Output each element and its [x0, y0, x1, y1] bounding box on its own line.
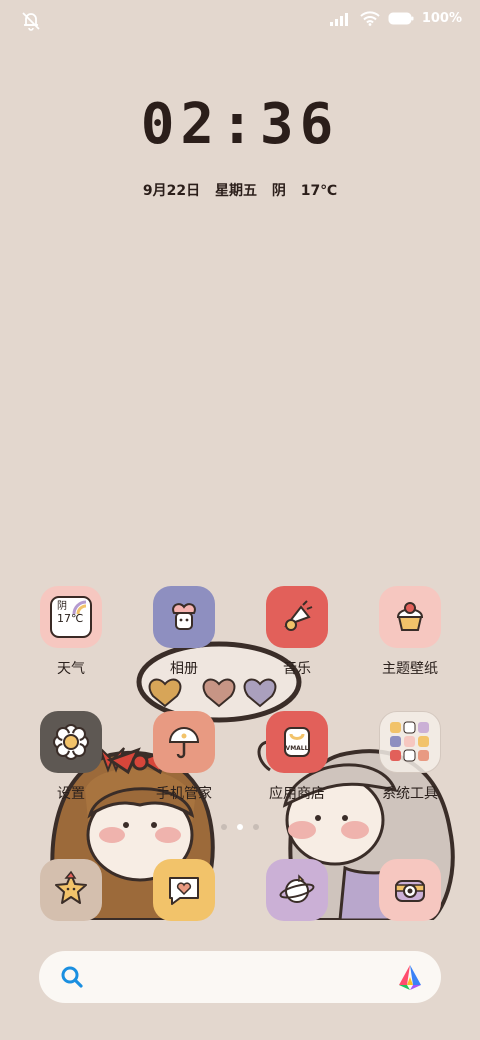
dock-browser[interactable] — [241, 859, 353, 921]
app-label: 天气 — [57, 661, 85, 677]
gallery-icon — [153, 586, 215, 648]
app-store-icon: VMALL — [266, 711, 328, 773]
app-store[interactable]: VMALL 应用商店 — [241, 711, 353, 803]
phone-icon — [40, 859, 102, 921]
date-text: 9月22日 — [142, 183, 201, 199]
weather-text: 阴 — [271, 183, 286, 199]
app-label: 音乐 — [283, 661, 311, 677]
date-weather-line[interactable]: 9月22日 星期五 阴 17℃ — [0, 180, 480, 200]
weekday-text: 星期五 — [214, 183, 257, 199]
app-label: 相册 — [170, 661, 198, 677]
app-label: 应用商店 — [269, 786, 325, 802]
page-dot — [253, 824, 259, 830]
ai-assistant-icon[interactable] — [395, 963, 425, 991]
app-store-badge: VMALL — [286, 745, 309, 752]
folder-icon — [379, 711, 441, 773]
wifi-icon — [360, 11, 380, 26]
music-icon — [266, 586, 328, 648]
app-music[interactable]: 音乐 — [241, 586, 353, 678]
search-bar[interactable] — [39, 951, 441, 1003]
rainbow-icon — [72, 600, 87, 615]
settings-icon — [40, 711, 102, 773]
status-bar: 100% — [0, 0, 480, 44]
app-themes[interactable]: 主题壁纸 — [354, 586, 466, 678]
folder-system-tools[interactable]: 系统工具 — [354, 711, 466, 803]
app-label: 主题壁纸 — [382, 661, 438, 677]
search-icon — [61, 966, 83, 988]
battery-icon — [388, 12, 414, 25]
page-indicator[interactable] — [0, 824, 480, 830]
app-gallery[interactable]: 相册 — [128, 586, 240, 678]
page-dot — [221, 824, 227, 830]
app-weather[interactable]: 阴 17℃ 天气 — [15, 586, 127, 678]
temperature-text: 17℃ — [300, 183, 338, 199]
dock-messages[interactable] — [128, 859, 240, 921]
dock-camera[interactable] — [354, 859, 466, 921]
page-dot-active — [237, 824, 243, 830]
battery-percentage: 100% — [421, 11, 462, 26]
themes-icon — [379, 586, 441, 648]
app-settings[interactable]: 设置 — [15, 711, 127, 803]
app-label: 系统工具 — [382, 786, 438, 802]
browser-icon — [266, 859, 328, 921]
messages-icon — [153, 859, 215, 921]
app-label: 手机管家 — [156, 786, 212, 802]
app-label: 设置 — [57, 786, 85, 802]
clock-time[interactable]: 02:36 — [0, 92, 480, 157]
mute-bell-icon — [22, 12, 40, 31]
security-icon — [153, 711, 215, 773]
weather-icon: 阴 17℃ — [40, 586, 102, 648]
signal-icon — [329, 12, 348, 26]
app-phone-manager[interactable]: 手机管家 — [128, 711, 240, 803]
dock-phone[interactable] — [15, 859, 127, 921]
weather-widget-card: 阴 17℃ — [50, 596, 92, 638]
camera-icon — [379, 859, 441, 921]
